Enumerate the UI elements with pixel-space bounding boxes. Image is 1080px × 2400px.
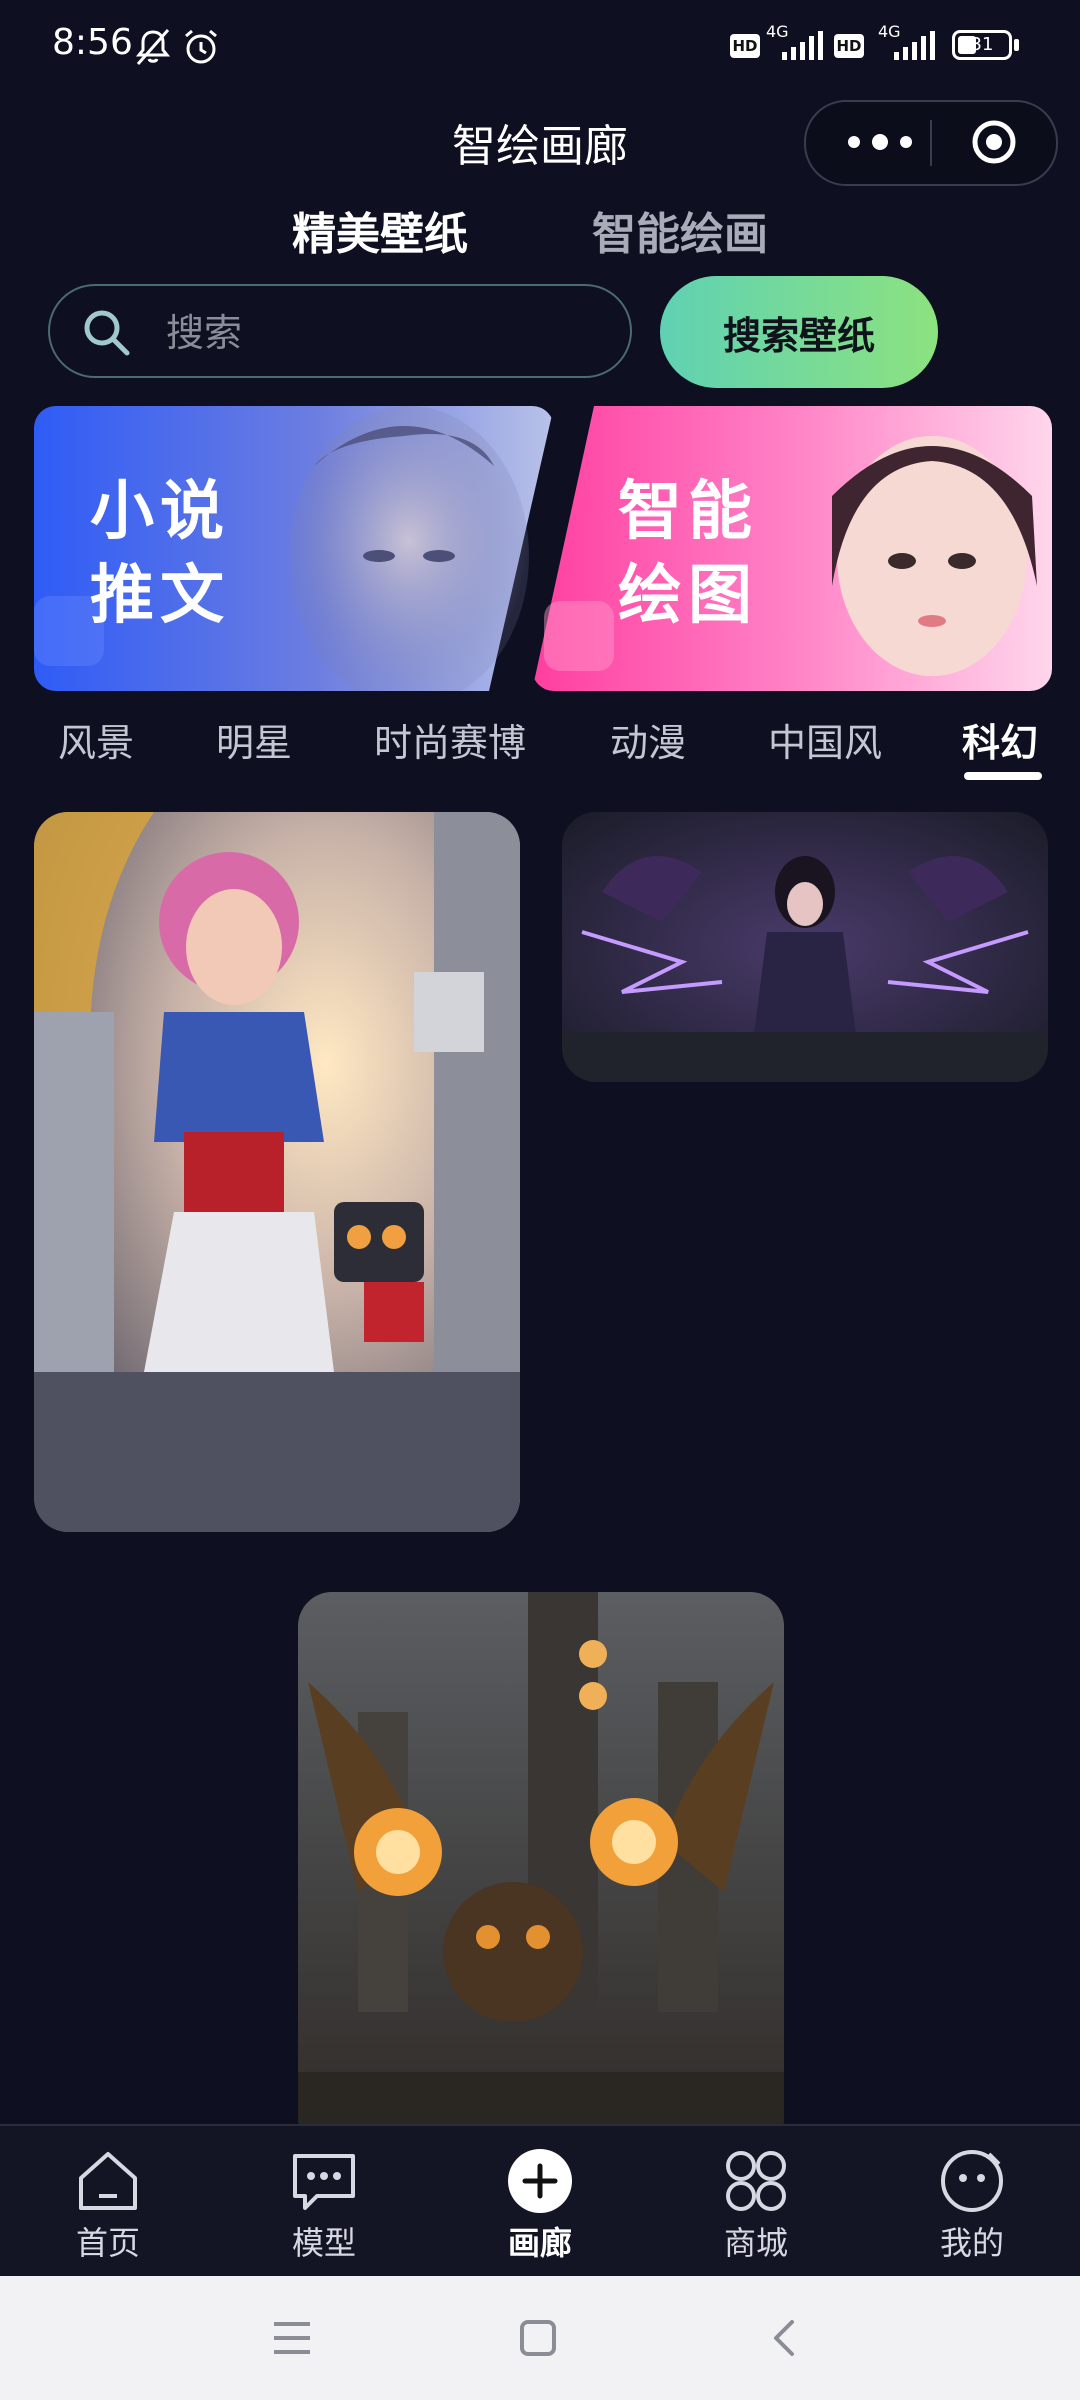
smiley-icon (941, 2150, 1003, 2212)
nav-profile-label: 我的 (939, 2224, 1004, 2262)
banner-ai-drawing-artwork (532, 406, 1052, 691)
nav-gallery[interactable]: 画廊 (470, 2148, 610, 2264)
scifi-girl-mech-image (34, 812, 520, 1532)
battery-tip (1014, 39, 1019, 51)
search-input[interactable] (164, 304, 608, 362)
search-icon (84, 310, 130, 356)
nav-home-label: 首页 (75, 2224, 140, 2262)
status-bar: 8:56 HD 4G HD 4G 31 (0, 0, 1080, 92)
chat-bubble-icon (293, 2154, 355, 2210)
nav-models[interactable]: 模型 (254, 2148, 394, 2264)
active-tab-indicator (964, 772, 1042, 780)
banner-ai-drawing-line1: 智能 (618, 475, 758, 549)
tab-wallpaper[interactable]: 精美壁纸 (292, 198, 468, 262)
battery-level: 31 (970, 34, 994, 55)
plus-circle-icon (508, 2149, 572, 2213)
status-time: 8:56 (52, 22, 133, 63)
grid-icon (726, 2151, 786, 2211)
home-icon (79, 2152, 137, 2210)
nav-store-label: 商城 (723, 2224, 788, 2262)
banner-ai-drawing-line2: 绘图 (618, 559, 758, 633)
bell-muted-icon (135, 29, 171, 65)
scifi-dark-witch-image (562, 812, 1048, 1082)
nav-models-label: 模型 (291, 2224, 356, 2262)
search-box (48, 284, 632, 378)
close-miniprogram-icon[interactable] (972, 120, 1016, 164)
nav-profile[interactable]: 我的 (902, 2148, 1042, 2264)
system-navigation-bar (0, 2276, 1080, 2400)
category-tab-chinese-style[interactable]: 中国风 (768, 712, 882, 767)
signal-icon (894, 31, 935, 60)
hd-badge: HD (834, 34, 864, 58)
category-tab-anime[interactable]: 动漫 (610, 712, 686, 767)
nav-home[interactable]: 首页 (38, 2148, 178, 2264)
miniprogram-capsule (804, 100, 1058, 186)
category-tab-scifi[interactable]: 科幻 (962, 712, 1038, 767)
banner-novel-line1: 小说 (90, 475, 230, 549)
alarm-icon (185, 29, 217, 64)
wallpaper-card[interactable] (298, 1592, 784, 2152)
more-options-icon[interactable] (840, 122, 920, 162)
home-square-icon[interactable] (518, 2318, 558, 2358)
banner-novel-line2: 推文 (90, 559, 230, 633)
capsule-divider (930, 120, 932, 166)
hd-badge: HD (730, 34, 760, 58)
bottom-navigation: 首页 模型 画廊 商城 我的 (0, 2124, 1080, 2278)
tab-ai-painting[interactable]: 智能绘画 (592, 198, 768, 262)
category-tab-cyber-fashion[interactable]: 时尚赛博 (374, 712, 526, 767)
nav-store[interactable]: 商城 (686, 2148, 826, 2264)
category-tab-landscape[interactable]: 风景 (58, 712, 134, 767)
back-icon[interactable] (764, 2318, 804, 2358)
search-wallpaper-button[interactable]: 搜索壁纸 (660, 276, 938, 388)
menu-icon[interactable] (272, 2318, 312, 2358)
battery-icon: 31 (952, 30, 1012, 60)
banner-novel[interactable]: 小说 推文 (34, 406, 554, 691)
banner-ai-drawing[interactable]: 智能 绘图 (532, 406, 1052, 691)
nav-gallery-label: 画廊 (507, 2224, 572, 2262)
signal-icon (782, 31, 823, 60)
scifi-mech-owl-image (298, 1592, 784, 2152)
wallpaper-card[interactable] (562, 812, 1048, 1082)
category-tab-celebrity[interactable]: 明星 (216, 712, 292, 767)
wallpaper-card[interactable] (34, 812, 520, 1532)
